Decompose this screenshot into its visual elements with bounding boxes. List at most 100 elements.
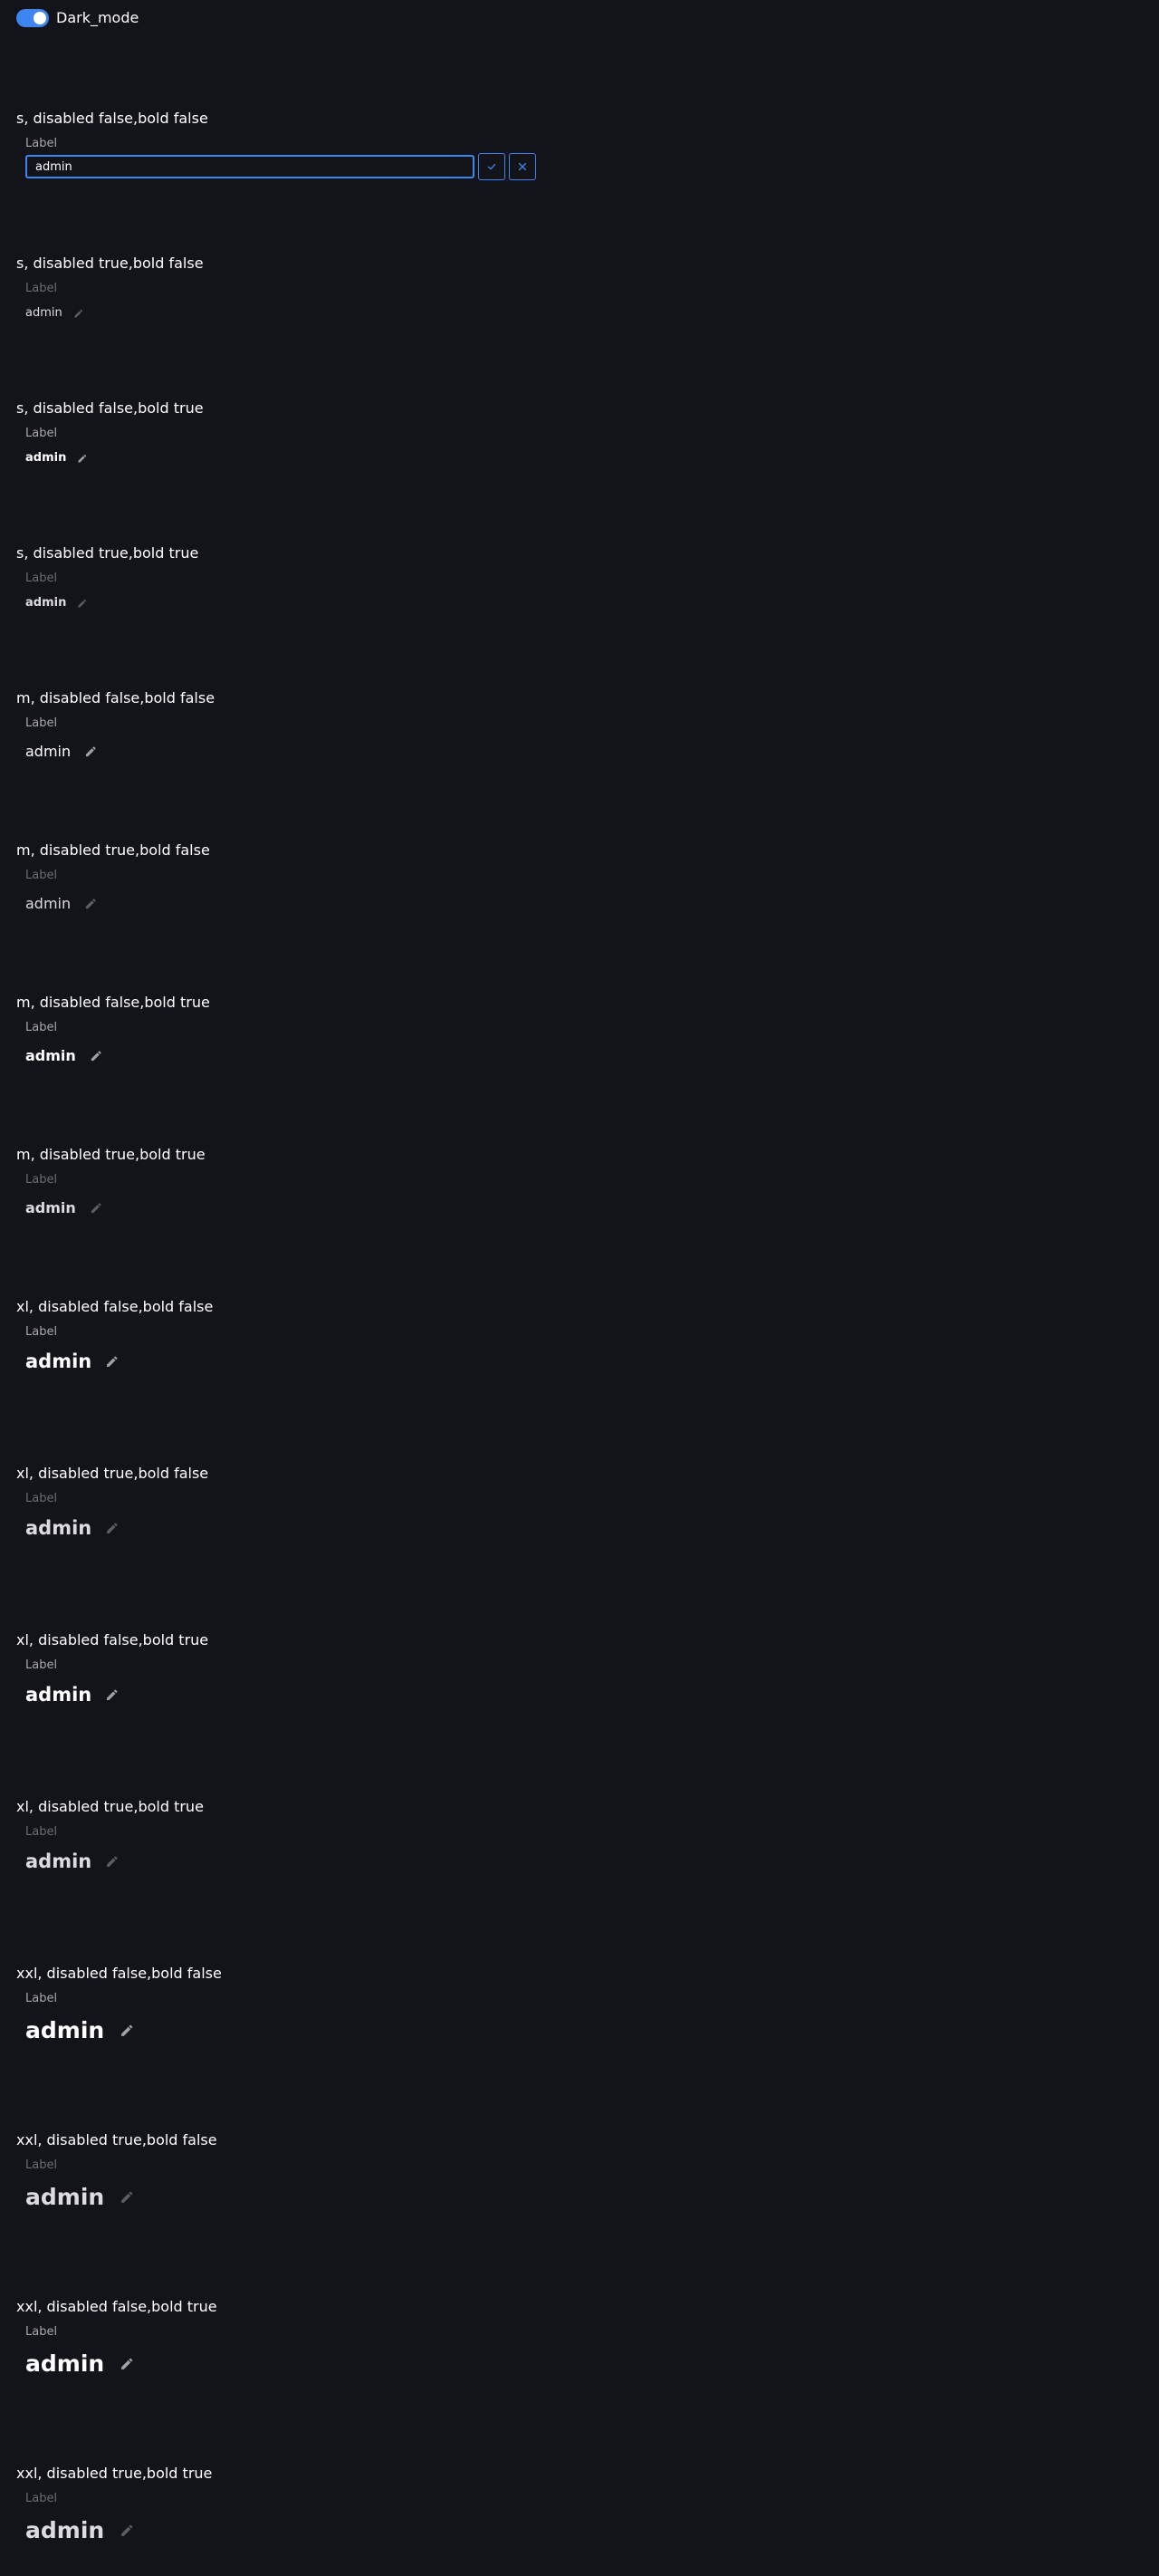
edit-button[interactable] [84, 745, 98, 758]
value-row: admin [25, 2517, 135, 2543]
field-label: Label [25, 2158, 58, 2172]
field-label: Label [25, 1492, 58, 1505]
pencil-icon [91, 1051, 101, 1062]
section-title: s, disabled true,bold true [16, 544, 199, 562]
dark-mode-toggle[interactable] [16, 9, 49, 27]
edit-button[interactable] [105, 1687, 120, 1702]
pencil-icon [107, 1856, 118, 1867]
value-row: admin [25, 1350, 120, 1372]
pencil-icon [107, 1523, 118, 1533]
field-label: Label [25, 1992, 58, 2005]
field-label: Label [25, 2325, 58, 2339]
field-label: Label [25, 572, 58, 585]
section-title: xxl, disabled false,bold true [16, 2298, 217, 2315]
pencil-icon [121, 2191, 133, 2203]
edit-button[interactable] [120, 2356, 135, 2371]
pencil-icon [107, 1689, 118, 1700]
field-value: admin [25, 2184, 105, 2210]
edit-button[interactable] [105, 1854, 120, 1869]
field-label: Label [25, 282, 58, 295]
pencil-icon [86, 899, 96, 909]
dark-mode-label: Dark_mode [56, 9, 139, 26]
field-label: Label [25, 869, 58, 882]
section-title: m, disabled true,bold false [16, 841, 210, 859]
field-value: admin [25, 596, 67, 610]
field-label: Label [25, 1325, 58, 1339]
value-row: admin [25, 1517, 120, 1539]
field-value: admin [25, 1350, 92, 1372]
field-label: Label [25, 1173, 58, 1187]
pencil-icon [107, 1356, 118, 1367]
value-row: admin [25, 451, 88, 465]
value-row: admin [25, 1199, 103, 1216]
edit-button[interactable] [90, 1201, 103, 1215]
field-value: admin [25, 1047, 76, 1064]
confirm-button[interactable] [478, 153, 505, 180]
edit-button[interactable] [120, 2523, 135, 2538]
close-icon [518, 162, 527, 171]
field-value: admin [25, 306, 62, 320]
field-label: Label [25, 427, 58, 440]
edit-button[interactable] [90, 1049, 103, 1062]
pencil-icon [121, 2358, 133, 2369]
field-label: Label [25, 716, 58, 730]
edit-input[interactable] [25, 155, 474, 178]
cancel-button[interactable] [509, 153, 536, 180]
edit-button[interactable] [120, 2023, 135, 2038]
dark-mode-toggle-row: Dark_mode [16, 8, 139, 28]
field-value: admin [25, 1199, 76, 1216]
field-label: Label [25, 1021, 58, 1034]
pencil-icon [121, 2024, 133, 2036]
value-row: admin [25, 306, 84, 320]
field-value: admin [25, 2017, 105, 2043]
edit-button[interactable] [77, 598, 88, 609]
section-title: s, disabled false,bold true [16, 399, 204, 417]
toggle-knob [34, 12, 46, 24]
section-title: xl, disabled false,bold true [16, 1631, 209, 1648]
field-label: Label [25, 2492, 58, 2505]
section-title: xxl, disabled false,bold false [16, 1965, 222, 1982]
edit-button[interactable] [73, 308, 84, 319]
section-title: s, disabled false,bold false [16, 110, 208, 127]
section-title: xl, disabled true,bold false [16, 1465, 209, 1482]
check-icon [487, 163, 496, 170]
value-row: admin [25, 2184, 135, 2210]
field-value: admin [25, 1850, 92, 1872]
edit-button[interactable] [84, 897, 98, 910]
edit-button[interactable] [105, 1354, 120, 1369]
field-value: admin [25, 895, 72, 912]
section-title: xxl, disabled true,bold false [16, 2131, 217, 2148]
section-title: s, disabled true,bold false [16, 255, 204, 272]
value-row: admin [25, 1047, 103, 1064]
section-title: m, disabled true,bold true [16, 1146, 206, 1163]
field-label: Label [25, 137, 58, 150]
pencil-icon [91, 1203, 101, 1214]
field-value: admin [25, 2350, 105, 2377]
field-label: Label [25, 1825, 58, 1839]
pencil-icon [121, 2524, 133, 2536]
edit-button[interactable] [120, 2189, 135, 2205]
edit-button[interactable] [105, 1521, 120, 1535]
section-title: xl, disabled false,bold false [16, 1298, 214, 1315]
value-row: admin [25, 2017, 135, 2043]
section-title: xxl, disabled true,bold true [16, 2465, 213, 2482]
value-row: admin [25, 743, 98, 760]
section-title: xl, disabled true,bold true [16, 1798, 204, 1815]
field-value: admin [25, 1517, 92, 1539]
value-row: admin [25, 895, 98, 912]
value-row: admin [25, 2350, 135, 2377]
value-row: admin [25, 596, 88, 610]
edit-area [25, 153, 536, 180]
pencil-icon [86, 746, 96, 757]
pencil-icon [78, 454, 87, 462]
section-title: m, disabled false,bold true [16, 994, 210, 1011]
edit-button[interactable] [77, 453, 88, 464]
field-value: admin [25, 743, 72, 760]
field-value: admin [25, 451, 67, 465]
pencil-icon [78, 599, 87, 607]
field-value: admin [25, 1684, 92, 1706]
field-label: Label [25, 1658, 58, 1672]
value-row: admin [25, 1684, 120, 1706]
value-row: admin [25, 1850, 120, 1872]
pencil-icon [74, 309, 82, 317]
